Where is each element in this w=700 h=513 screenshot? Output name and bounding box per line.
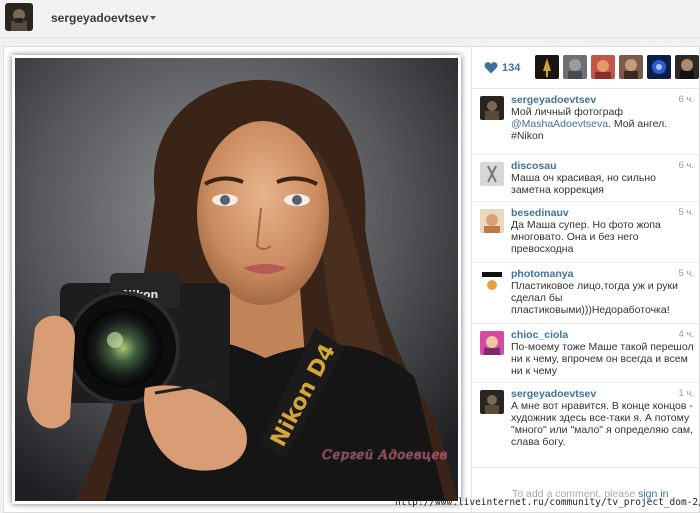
likes-bar: 134 xyxy=(472,47,700,89)
heart-icon[interactable] xyxy=(484,61,498,74)
comment-text: Мой личный фотограф @MashaAdoevtseva. Мо… xyxy=(511,106,668,142)
post-photo[interactable]: Nikon D4 Nikon xyxy=(15,58,458,501)
comment-username[interactable]: chioc_ciola xyxy=(511,329,568,341)
comment-text: Да Маша супер. Но фото жопа многовато. О… xyxy=(511,219,661,255)
profile-avatar-icon[interactable] xyxy=(5,3,33,31)
commenter-avatar[interactable] xyxy=(480,96,504,120)
comment-username[interactable]: besedinauv xyxy=(511,207,569,219)
comment-time: 4 ч. xyxy=(678,329,694,340)
comment-item: photomanya 5 ч. Пластиковое лицо,тогда у… xyxy=(472,264,700,324)
commenter-avatar[interactable] xyxy=(480,270,504,294)
liker-avatar[interactable] xyxy=(591,55,615,79)
commenter-avatar[interactable] xyxy=(480,331,504,355)
comment-text: Пластиковое лицо,тогда уж и руки сделал … xyxy=(511,280,678,316)
comment-item: sergeyadoevtsev 6 ч. Мой личный фотограф… xyxy=(472,90,700,155)
comment-username[interactable]: sergeyadoevtsev xyxy=(511,388,596,400)
liker-avatar[interactable] xyxy=(619,55,643,79)
comment-text: А мне вот нравится. В конце концов - худ… xyxy=(511,400,693,448)
comment-item: besedinauv 5 ч. Да Маша супер. Но фото ж… xyxy=(472,203,700,263)
commenter-avatar[interactable] xyxy=(480,209,504,233)
header-username[interactable]: sergeyadoevtsev xyxy=(51,11,148,25)
commenter-avatar[interactable] xyxy=(480,162,504,186)
comment-time: 6 ч. xyxy=(678,94,694,105)
comment-item: discosau 6 ч. Маша оч красивая, но сильн… xyxy=(472,156,700,202)
commenter-avatar[interactable] xyxy=(480,390,504,414)
mention-link[interactable]: @MashaAdoevtseva xyxy=(511,118,608,130)
comment-time: 5 ч. xyxy=(678,207,694,218)
comment-text: Маша оч красивая, но сильно заметна корр… xyxy=(511,172,656,196)
comment-time: 5 ч. xyxy=(678,268,694,279)
comment-item: chioc_ciola 4 ч. По-моему тоже Маше тако… xyxy=(472,325,700,383)
liker-avatar[interactable] xyxy=(535,55,559,79)
post-card: Nikon D4 Nikon 134 xyxy=(3,46,700,513)
liker-avatar[interactable] xyxy=(675,55,699,79)
comment-username[interactable]: photomanya xyxy=(511,268,573,280)
top-bar: sergeyadoevtsev xyxy=(0,0,700,38)
comment-username[interactable]: sergeyadoevtsev xyxy=(511,94,596,106)
comment-time: 1 ч. xyxy=(678,388,694,399)
comment-item: sergeyadoevtsev 1 ч. А мне вот нравится.… xyxy=(472,384,700,468)
comment-time: 6 ч. xyxy=(678,160,694,171)
liker-avatar[interactable] xyxy=(563,55,587,79)
photo-frame: Nikon D4 Nikon xyxy=(12,55,461,504)
comment-username[interactable]: discosau xyxy=(511,160,557,172)
source-url-overlay: http://www.liveinternet.ru/community/tv_… xyxy=(395,497,700,508)
chevron-down-icon[interactable] xyxy=(150,16,156,20)
post-sidebar: 134 sergeyadoevtsev 6 ч. Мой личный фото… xyxy=(471,47,700,512)
likes-count[interactable]: 134 xyxy=(502,62,520,74)
liker-avatar[interactable] xyxy=(647,55,671,79)
photo-watermark: Сергей Адоевцев xyxy=(322,448,448,463)
comment-text: По-моему тоже Маше такой перешол ни к че… xyxy=(511,341,694,377)
